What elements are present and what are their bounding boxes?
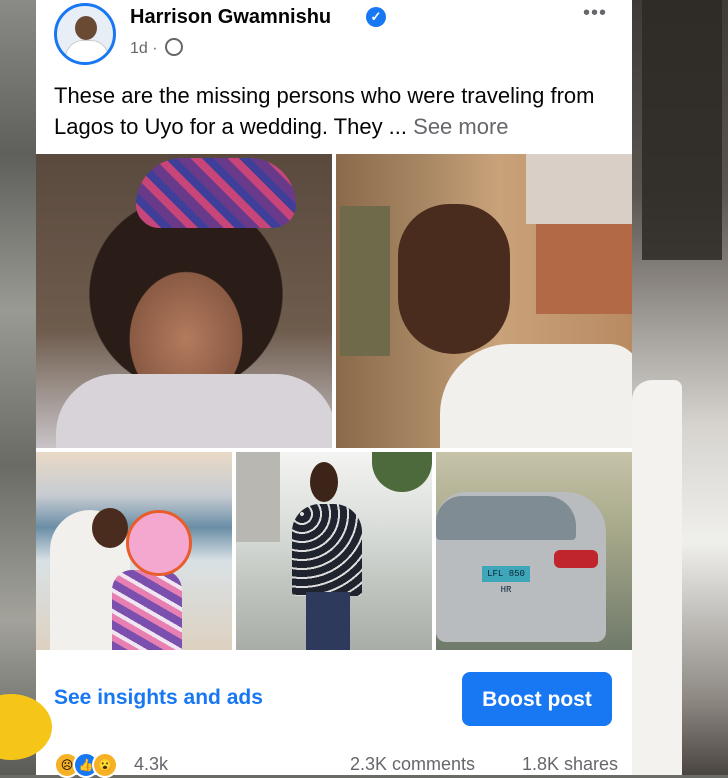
background-right [632, 0, 728, 775]
photo-shirt [440, 344, 632, 448]
photo-man-standing[interactable] [236, 452, 432, 650]
background-left [0, 0, 36, 775]
shares-count[interactable]: 1.8K shares [522, 754, 618, 775]
photo-car-taillight [554, 550, 598, 568]
caption-text: These are the missing persons who were t… [54, 83, 595, 139]
post-meta[interactable]: 1d · [130, 38, 184, 58]
background-cloth [632, 380, 682, 775]
photo-sky [526, 154, 632, 224]
photo-patterned-shirt [292, 504, 362, 596]
see-more-link[interactable]: See more [413, 114, 508, 139]
avatar-shirt [65, 40, 109, 62]
photo-tree [372, 452, 432, 492]
photo-man-white-shirt[interactable] [336, 154, 632, 448]
photo-scarf [136, 158, 296, 228]
photo-shirt [56, 374, 332, 448]
verified-badge-icon: ✓ [366, 7, 386, 27]
photo-jeans [306, 592, 350, 650]
comments-count[interactable]: 2.3K comments [350, 754, 475, 775]
more-options-icon[interactable]: ••• [583, 2, 607, 25]
photo-face [398, 204, 510, 354]
post-header: Harrison Gwamnishu ✓ 1d · ••• [36, 0, 632, 76]
photo-silver-car[interactable]: LFL 850 HR [436, 452, 632, 650]
photo-couple-beach[interactable] [36, 452, 232, 650]
photo-dress [112, 570, 182, 650]
face-cover-emoji-icon [126, 510, 192, 576]
avatar-head [75, 16, 97, 40]
author-avatar[interactable] [54, 3, 116, 65]
reaction-count[interactable]: 4.3k [134, 754, 168, 775]
photo-window [340, 206, 390, 356]
background-door [642, 0, 722, 260]
photo-head [310, 462, 338, 502]
photo-license-plate: LFL 850 HR [482, 566, 530, 595]
photo-building [236, 452, 280, 542]
globe-icon [165, 38, 184, 56]
post-caption: These are the missing persons who were t… [54, 80, 624, 142]
photo-wall [536, 224, 632, 314]
boost-post-button[interactable]: Boost post [462, 672, 612, 726]
facebook-post-card: Harrison Gwamnishu ✓ 1d · ••• These are … [36, 0, 632, 778]
meta-separator: · [152, 40, 158, 57]
post-time: 1d [130, 40, 148, 57]
wow-reaction-icon: 😮 [92, 752, 118, 778]
photo-head [92, 508, 128, 548]
see-insights-link[interactable]: See insights and ads [54, 686, 263, 710]
photo-car-window [436, 496, 576, 540]
photo-woman-headscarf[interactable] [36, 154, 332, 448]
author-name[interactable]: Harrison Gwamnishu [130, 6, 331, 29]
